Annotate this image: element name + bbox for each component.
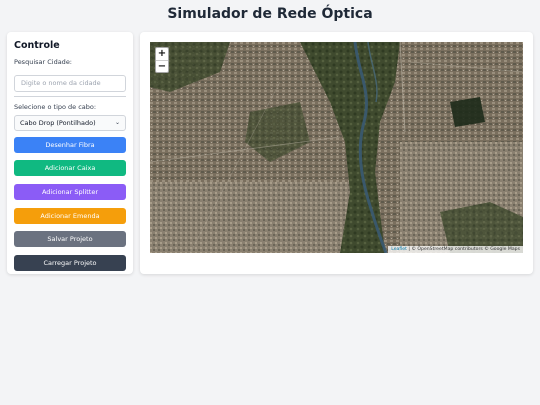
chevron-down-icon: ⌄ bbox=[114, 119, 120, 126]
city-search-input[interactable] bbox=[14, 74, 126, 92]
attribution-text: | © OpenStreetMap contributors © Google … bbox=[406, 247, 520, 252]
load-project-button[interactable]: Carregar Projeto bbox=[14, 254, 126, 271]
save-project-button[interactable]: Salvar Projeto bbox=[14, 231, 126, 248]
add-splitter-button[interactable]: Adicionar Splitter bbox=[14, 183, 126, 200]
page-title: Simulador de Rede Óptica bbox=[167, 6, 373, 22]
search-label: Pesquisar Cidade: bbox=[14, 58, 73, 66]
control-panel: Controle Pesquisar Cidade: Selecione o t… bbox=[7, 32, 133, 274]
zoom-in-button[interactable]: + bbox=[156, 48, 168, 61]
cable-type-value: Cabo Drop (Pontilhado) bbox=[20, 118, 96, 127]
zoom-control: + − bbox=[155, 47, 169, 73]
zoom-out-button[interactable]: − bbox=[156, 61, 168, 73]
satellite-map[interactable]: + − Leaflet | © OpenStreetMap contributo… bbox=[150, 42, 523, 253]
satellite-imagery bbox=[150, 42, 523, 253]
leaflet-link[interactable]: Leaflet bbox=[391, 247, 407, 252]
add-splice-button[interactable]: Adicionar Emenda bbox=[14, 207, 126, 224]
draw-fiber-button[interactable]: Desenhar Fibra bbox=[14, 136, 126, 153]
cable-type-label: Selecione o tipo de cabo: bbox=[14, 102, 97, 111]
map-card: + − Leaflet | © OpenStreetMap contributo… bbox=[140, 32, 533, 274]
control-heading: Controle bbox=[14, 40, 60, 51]
divider bbox=[14, 95, 126, 97]
cable-type-select[interactable]: Cabo Drop (Pontilhado) ⌄ bbox=[14, 114, 126, 131]
map-attribution: Leaflet | © OpenStreetMap contributors ©… bbox=[388, 246, 523, 253]
add-box-button[interactable]: Adicionar Caixa bbox=[14, 160, 126, 177]
